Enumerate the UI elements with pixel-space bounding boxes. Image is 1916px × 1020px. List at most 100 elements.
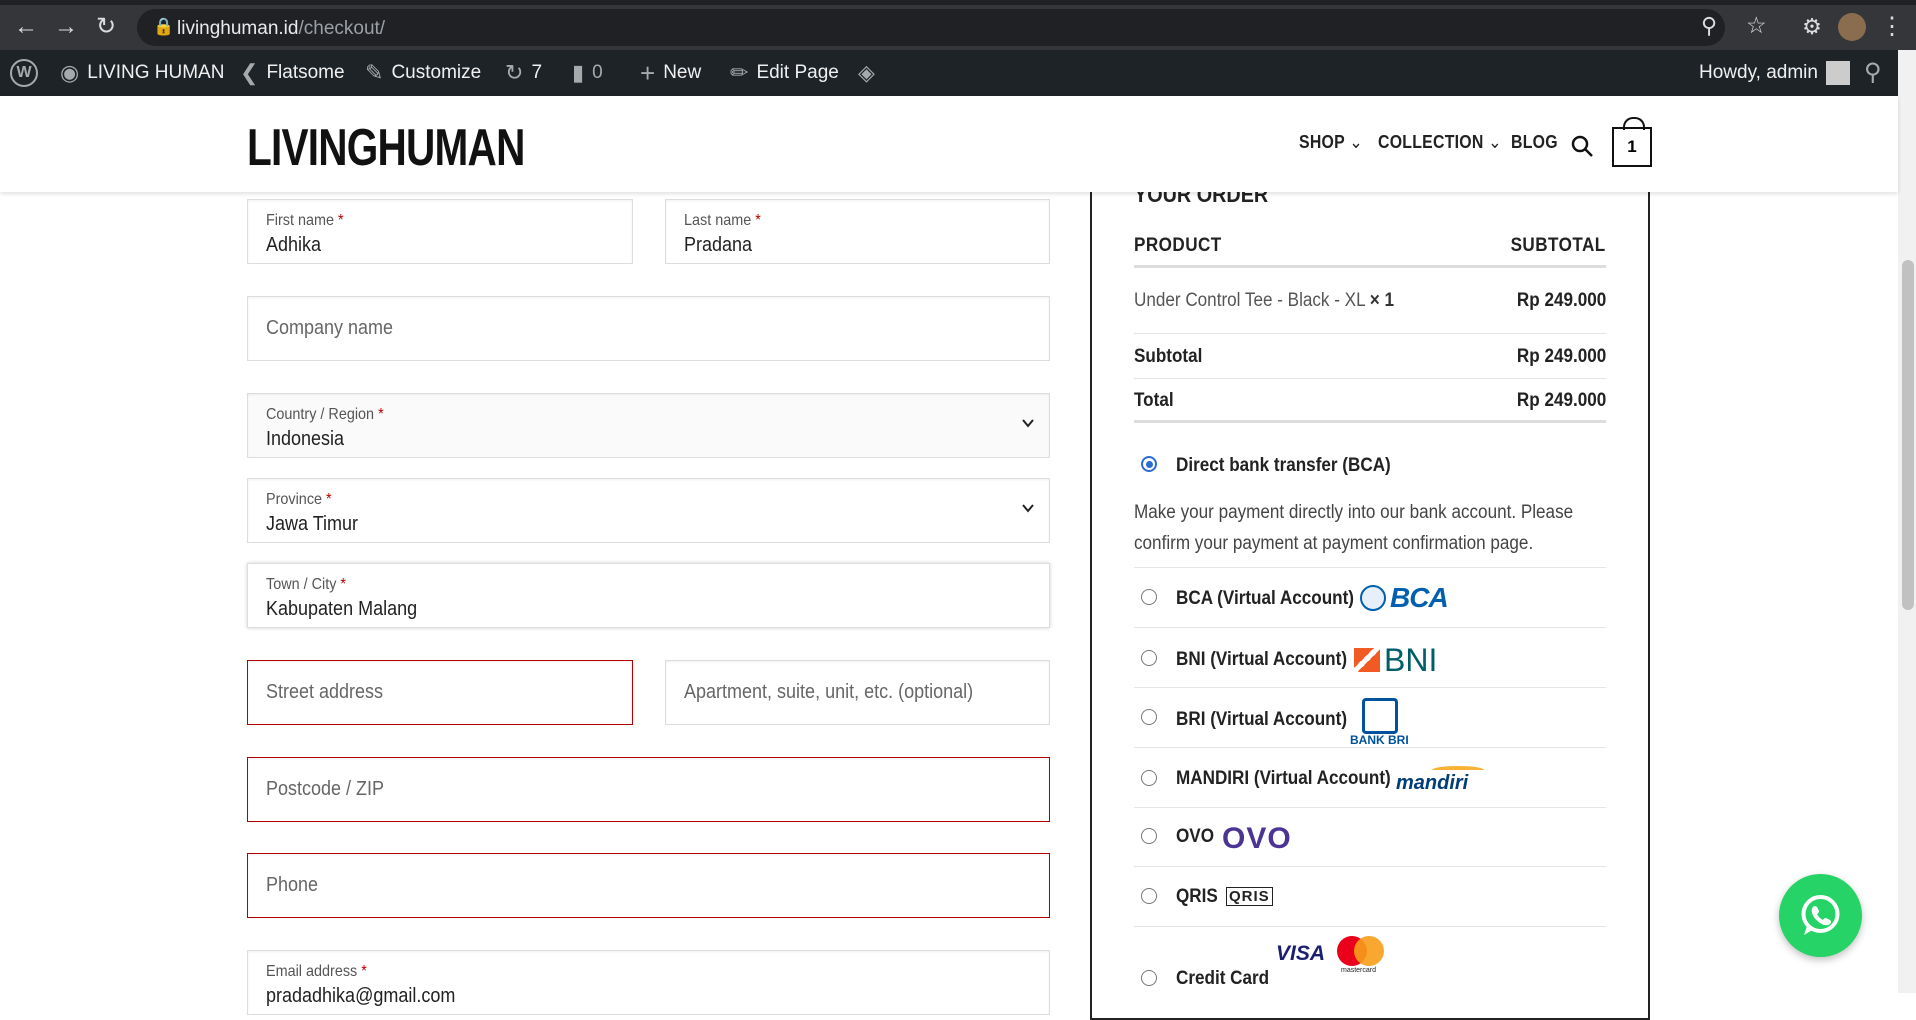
updates-icon: ↻ bbox=[505, 60, 524, 85]
wp-diamond-icon[interactable]: ◈ bbox=[858, 50, 875, 96]
email-label: Email address * bbox=[266, 963, 367, 981]
phone-field[interactable]: Phone bbox=[247, 853, 1050, 918]
province-label-text: Province bbox=[266, 491, 323, 508]
first-name-label-text: First name bbox=[266, 212, 335, 229]
whatsapp-icon bbox=[1801, 895, 1840, 935]
payment-radio-credit-card[interactable] bbox=[1141, 970, 1157, 986]
item-name: Under Control Tee - Black - XL bbox=[1134, 290, 1365, 311]
extensions-icon[interactable]: ⚙ bbox=[1794, 9, 1830, 45]
payment-label-bca-transfer[interactable]: Direct bank transfer (BCA) bbox=[1176, 455, 1391, 477]
divider bbox=[1134, 378, 1606, 379]
divider bbox=[1134, 265, 1606, 268]
province-label: Province * bbox=[266, 491, 332, 509]
browser-tabstrip-edge bbox=[0, 0, 1916, 5]
new-label: New bbox=[663, 62, 702, 83]
menu-dots-icon[interactable]: ⋮ bbox=[1874, 9, 1910, 45]
payment-radio-bca-transfer[interactable] bbox=[1141, 456, 1157, 472]
divider bbox=[1134, 747, 1606, 748]
address-bar[interactable]: 🔒 livinghuman.id/checkout/ ⚲ ☆ bbox=[137, 9, 1767, 46]
nav-blog[interactable]: BLOG bbox=[1511, 132, 1558, 153]
wp-updates-link[interactable]: ↻ 7 bbox=[505, 50, 542, 96]
city-label: Town / City * bbox=[266, 576, 346, 594]
profile-avatar[interactable] bbox=[1838, 13, 1866, 41]
postcode-field[interactable]: Postcode / ZIP bbox=[247, 757, 1050, 822]
payment-label-qris[interactable]: QRIS bbox=[1176, 886, 1218, 908]
divider bbox=[1134, 687, 1606, 688]
visa-logo-text: VISA bbox=[1276, 942, 1326, 965]
company-field[interactable]: Company name bbox=[247, 296, 1050, 361]
country-label: Country / Region * bbox=[266, 406, 384, 424]
payment-radio-bni-va[interactable] bbox=[1141, 650, 1157, 666]
first-name-field[interactable]: First name * Adhika bbox=[247, 199, 633, 264]
ovo-logo-text: OVO bbox=[1222, 822, 1292, 855]
admin-avatar bbox=[1825, 61, 1850, 85]
required-mark: * bbox=[755, 212, 761, 229]
wp-site-menu[interactable]: ◉ LIVING HUMAN bbox=[60, 50, 224, 96]
city-field[interactable]: Town / City * Kabupaten Malang bbox=[247, 563, 1050, 628]
bri-logo-icon bbox=[1362, 698, 1398, 734]
back-icon[interactable]: ← bbox=[8, 9, 44, 45]
bni-logo-icon bbox=[1354, 648, 1380, 672]
forward-icon[interactable]: → bbox=[48, 9, 84, 45]
street-address-field[interactable]: Street address bbox=[247, 660, 633, 725]
country-select[interactable]: Country / Region * Indonesia bbox=[247, 393, 1050, 458]
chevron-down-icon bbox=[1022, 504, 1034, 513]
lock-icon: 🔒 bbox=[153, 17, 175, 36]
payment-radio-mandiri-va[interactable] bbox=[1141, 770, 1157, 786]
payment-description: Make your payment directly into our bank… bbox=[1134, 502, 1574, 554]
wp-account-menu[interactable]: Howdy, admin bbox=[1699, 50, 1850, 96]
last-name-field[interactable]: Last name * Pradana bbox=[665, 199, 1050, 264]
plus-icon: + bbox=[640, 58, 656, 88]
last-name-label: Last name * bbox=[684, 212, 761, 230]
payment-radio-bca-va[interactable] bbox=[1141, 589, 1157, 605]
wp-search-icon[interactable]: ⚲ bbox=[1864, 50, 1882, 96]
wp-admin-bar: W ◉ LIVING HUMAN ❮ Flatsome ✎ Customize ↻ 7 … bbox=[0, 50, 1916, 96]
city-value: Kabupaten Malang bbox=[266, 598, 418, 620]
apartment-field[interactable]: Apartment, suite, unit, etc. (optional) bbox=[665, 660, 1050, 725]
payment-label-bri-va[interactable]: BRI (Virtual Account) bbox=[1176, 709, 1347, 731]
payment-label-bca-va[interactable]: BCA (Virtual Account) bbox=[1176, 588, 1354, 610]
comments-count: 0 bbox=[592, 62, 603, 83]
divider bbox=[1134, 866, 1606, 867]
cart-button[interactable]: 1 bbox=[1612, 117, 1652, 167]
payment-label-credit-card[interactable]: Credit Card bbox=[1176, 968, 1269, 990]
product-column-header: PRODUCT bbox=[1134, 235, 1222, 256]
country-label-text: Country / Region bbox=[266, 406, 375, 423]
payment-radio-bri-va[interactable] bbox=[1141, 709, 1157, 725]
bookmark-star-icon[interactable]: ☆ bbox=[1746, 12, 1767, 39]
updates-count: 7 bbox=[531, 62, 543, 83]
subtotal-value: Rp 249.000 bbox=[1516, 346, 1606, 367]
wp-comments-link[interactable]: ▮ 0 bbox=[572, 50, 603, 96]
divider bbox=[1134, 333, 1606, 334]
first-name-value: Adhika bbox=[266, 234, 322, 256]
nav-shop[interactable]: SHOP ⌄ bbox=[1299, 132, 1363, 153]
street-placeholder: Street address bbox=[266, 681, 384, 703]
scrollbar-thumb[interactable] bbox=[1902, 260, 1914, 610]
wp-new-menu[interactable]: + New bbox=[640, 50, 701, 96]
chevron-down-icon bbox=[1022, 419, 1034, 428]
site-header: LIVINGHUMAN SHOP ⌄ COLLECTION ⌄ BLOG 1 bbox=[0, 96, 1898, 192]
wp-edit-page-link[interactable]: ✏ Edit Page bbox=[730, 50, 839, 96]
zoom-icon[interactable]: ⚲ bbox=[1701, 13, 1717, 39]
bri-logo-text: BANK BRI bbox=[1350, 733, 1409, 747]
search-icon[interactable] bbox=[1570, 134, 1594, 158]
email-label-text: Email address bbox=[266, 963, 358, 980]
brush-icon: ✎ bbox=[365, 60, 384, 85]
province-select[interactable]: Province * Jawa Timur bbox=[247, 478, 1050, 543]
wp-flatsome-menu[interactable]: ❮ Flatsome bbox=[240, 50, 345, 96]
divider bbox=[1134, 627, 1606, 628]
wp-logo-icon[interactable]: W bbox=[10, 50, 38, 96]
nav-collection[interactable]: COLLECTION ⌄ bbox=[1378, 132, 1502, 153]
payment-label-ovo[interactable]: OVO bbox=[1176, 826, 1214, 848]
customize-label: Customize bbox=[391, 62, 482, 83]
payment-label-mandiri-va[interactable]: MANDIRI (Virtual Account) bbox=[1176, 768, 1391, 790]
payment-label-bni-va[interactable]: BNI (Virtual Account) bbox=[1176, 649, 1347, 671]
whatsapp-chat-button[interactable] bbox=[1779, 874, 1862, 957]
payment-radio-qris[interactable] bbox=[1141, 888, 1157, 904]
payment-radio-ovo[interactable] bbox=[1141, 828, 1157, 844]
email-field[interactable]: Email address * pradadhika@gmail.com bbox=[247, 950, 1050, 1015]
reload-icon[interactable]: ↻ bbox=[88, 9, 124, 45]
wp-customize-link[interactable]: ✎ Customize bbox=[365, 50, 481, 96]
site-logo[interactable]: LIVINGHUMAN bbox=[247, 118, 525, 178]
howdy-label: Howdy, admin bbox=[1699, 62, 1818, 83]
